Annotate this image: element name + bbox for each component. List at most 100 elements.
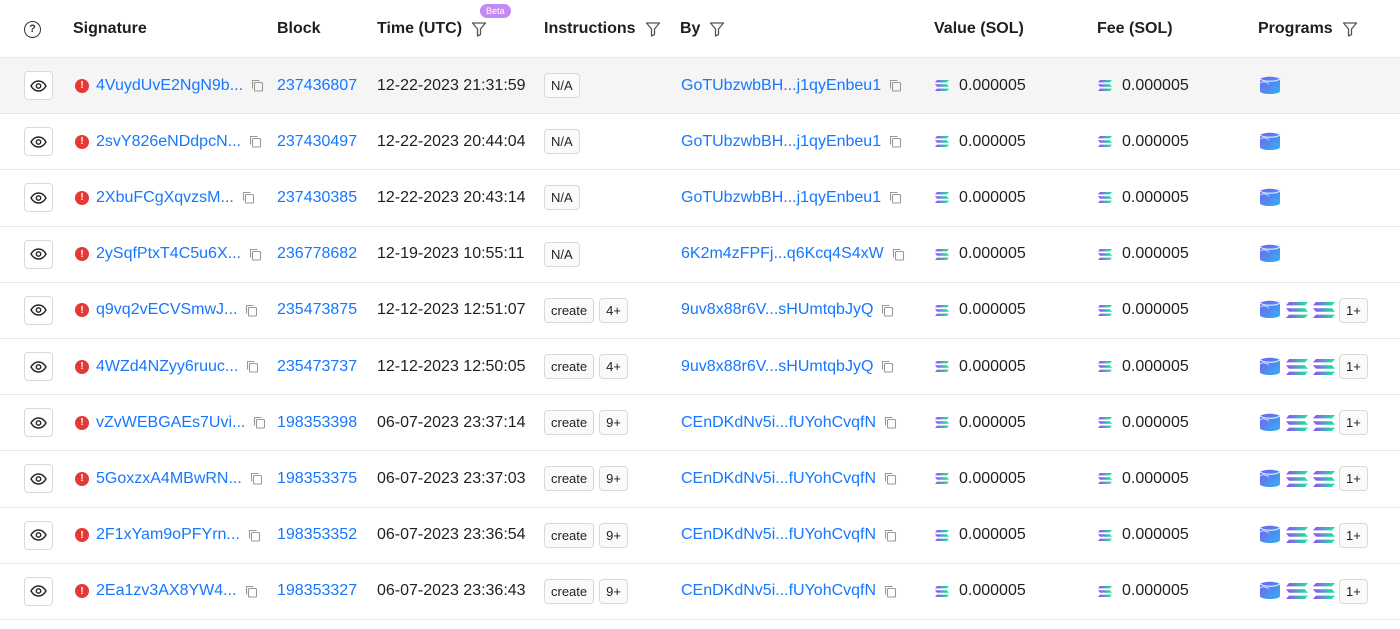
solana-icon[interactable] xyxy=(1312,582,1336,600)
instruction-tag[interactable]: create xyxy=(544,578,595,604)
copy-icon[interactable] xyxy=(889,79,902,92)
program-icon[interactable] xyxy=(1258,580,1282,602)
copy-icon[interactable] xyxy=(245,585,258,598)
view-button[interactable] xyxy=(24,183,53,213)
block-link[interactable]: 198353375 xyxy=(277,470,357,488)
copy-icon[interactable] xyxy=(889,191,902,205)
program-icon[interactable] xyxy=(1258,299,1282,321)
table-row[interactable]: ! 4WZd4NZyy6ruuc... 235473737 12-12-2023… xyxy=(0,339,1400,396)
signature-link[interactable]: 5GoxzxA4MBwRN... xyxy=(96,470,242,488)
signature-link[interactable]: 2svY826eNDdpcN... xyxy=(96,133,241,151)
block-link[interactable]: 237430497 xyxy=(277,133,357,151)
solana-icon[interactable] xyxy=(1312,358,1336,376)
copy-icon[interactable] xyxy=(249,248,262,261)
copy-icon[interactable] xyxy=(249,135,262,148)
table-row[interactable]: ! q9vq2vECVSmwJ... 235473875 12-12-2023 … xyxy=(0,283,1400,339)
more-programs-tag[interactable]: 1+ xyxy=(1339,410,1368,436)
copy-icon[interactable] xyxy=(892,248,905,261)
by-address-link[interactable]: CEnDKdNv5i...fUYohCvqfN xyxy=(681,470,876,488)
signature-link[interactable]: 4WZd4NZyy6ruuc... xyxy=(96,358,238,376)
instruction-tag[interactable]: 4+ xyxy=(599,354,628,380)
table-row[interactable]: ! 2Ea1zv3AX8YW4... 198353327 06-07-2023 … xyxy=(0,564,1400,620)
instruction-tag[interactable]: create xyxy=(544,297,595,323)
instruction-tag[interactable]: create xyxy=(544,354,595,380)
more-programs-tag[interactable]: 1+ xyxy=(1339,297,1368,323)
solana-icon[interactable] xyxy=(1312,526,1336,544)
solana-icon[interactable] xyxy=(1312,301,1336,319)
view-button[interactable] xyxy=(24,464,53,494)
copy-icon[interactable] xyxy=(251,79,264,92)
instruction-tag[interactable]: 9+ xyxy=(599,466,628,492)
by-address-link[interactable]: 9uv8x88r6V...sHUmtqbJyQ xyxy=(681,358,873,376)
help-column[interactable]: ? xyxy=(24,0,41,58)
instruction-tag[interactable]: 9+ xyxy=(599,578,628,604)
instruction-tag[interactable]: 4+ xyxy=(599,297,628,323)
programs-filter-icon[interactable] xyxy=(1342,21,1358,37)
table-row[interactable]: ! 2ySqfPtxT4C5u6X... 236778682 12-19-202… xyxy=(0,227,1400,283)
block-link[interactable]: 235473875 xyxy=(277,301,357,319)
by-address-link[interactable]: 9uv8x88r6V...sHUmtqbJyQ xyxy=(681,301,873,319)
signature-link[interactable]: q9vq2vECVSmwJ... xyxy=(96,301,237,319)
copy-icon[interactable] xyxy=(250,472,263,485)
block-link[interactable]: 236778682 xyxy=(277,245,357,263)
instruction-tag[interactable]: N/A xyxy=(544,73,580,99)
instruction-tag[interactable]: create xyxy=(544,466,595,492)
program-icon[interactable] xyxy=(1258,243,1282,265)
instructions-filter-icon[interactable] xyxy=(645,21,661,37)
solana-icon[interactable] xyxy=(1285,414,1309,432)
time-filter-icon[interactable] xyxy=(471,21,487,37)
solana-icon[interactable] xyxy=(1285,526,1309,544)
solana-icon[interactable] xyxy=(1285,470,1309,488)
by-address-link[interactable]: CEnDKdNv5i...fUYohCvqfN xyxy=(681,414,876,432)
view-button[interactable] xyxy=(24,127,53,157)
program-icon[interactable] xyxy=(1258,356,1282,378)
solana-icon[interactable] xyxy=(1285,582,1309,600)
copy-icon[interactable] xyxy=(245,304,258,317)
by-filter-icon[interactable] xyxy=(709,21,725,37)
copy-icon[interactable] xyxy=(884,529,897,542)
copy-icon[interactable] xyxy=(884,472,897,485)
table-row[interactable]: ! 2XbuFCgXqvzsM... 237430385 12-22-2023 … xyxy=(0,170,1400,227)
view-button[interactable] xyxy=(24,408,53,438)
view-button[interactable] xyxy=(24,576,53,606)
program-icon[interactable] xyxy=(1258,75,1282,97)
program-icon[interactable] xyxy=(1258,131,1282,153)
table-row[interactable]: ! 5GoxzxA4MBwRN... 198353375 06-07-2023 … xyxy=(0,451,1400,508)
view-button[interactable] xyxy=(24,520,53,550)
signature-link[interactable]: 2ySqfPtxT4C5u6X... xyxy=(96,245,241,263)
copy-icon[interactable] xyxy=(889,135,902,148)
program-icon[interactable] xyxy=(1258,524,1282,546)
copy-icon[interactable] xyxy=(246,360,259,373)
instruction-tag[interactable]: create xyxy=(544,410,595,436)
signature-link[interactable]: vZvWEBGAEs7Uvi... xyxy=(96,414,245,432)
block-link[interactable]: 198353352 xyxy=(277,526,357,544)
copy-icon[interactable] xyxy=(881,360,894,373)
program-icon[interactable] xyxy=(1258,468,1282,490)
block-link[interactable]: 237430385 xyxy=(277,189,357,207)
view-button[interactable] xyxy=(24,295,53,325)
more-programs-tag[interactable]: 1+ xyxy=(1339,578,1368,604)
view-button[interactable] xyxy=(24,71,53,101)
more-programs-tag[interactable]: 1+ xyxy=(1339,522,1368,548)
solana-icon[interactable] xyxy=(1285,358,1309,376)
instruction-tag[interactable]: create xyxy=(544,522,595,548)
more-programs-tag[interactable]: 1+ xyxy=(1339,466,1368,492)
block-link[interactable]: 237436807 xyxy=(277,77,357,95)
by-address-link[interactable]: CEnDKdNv5i...fUYohCvqfN xyxy=(681,582,876,600)
copy-icon[interactable] xyxy=(248,529,261,542)
copy-icon[interactable] xyxy=(253,416,266,429)
more-programs-tag[interactable]: 1+ xyxy=(1339,354,1368,380)
instruction-tag[interactable]: 9+ xyxy=(599,410,628,436)
block-link[interactable]: 198353398 xyxy=(277,414,357,432)
program-icon[interactable] xyxy=(1258,412,1282,434)
solana-icon[interactable] xyxy=(1285,301,1309,319)
instruction-tag[interactable]: 9+ xyxy=(599,522,628,548)
table-row[interactable]: ! 2F1xYam9oPFYrn... 198353352 06-07-2023… xyxy=(0,508,1400,564)
solana-icon[interactable] xyxy=(1312,470,1336,488)
instruction-tag[interactable]: N/A xyxy=(544,185,580,211)
copy-icon[interactable] xyxy=(884,416,897,429)
program-icon[interactable] xyxy=(1258,187,1282,209)
help-icon[interactable]: ? xyxy=(24,20,41,38)
by-address-link[interactable]: GoTUbzwbBH...j1qyEnbeu1 xyxy=(681,133,881,151)
signature-link[interactable]: 4VuydUvE2NgN9b... xyxy=(96,77,243,95)
